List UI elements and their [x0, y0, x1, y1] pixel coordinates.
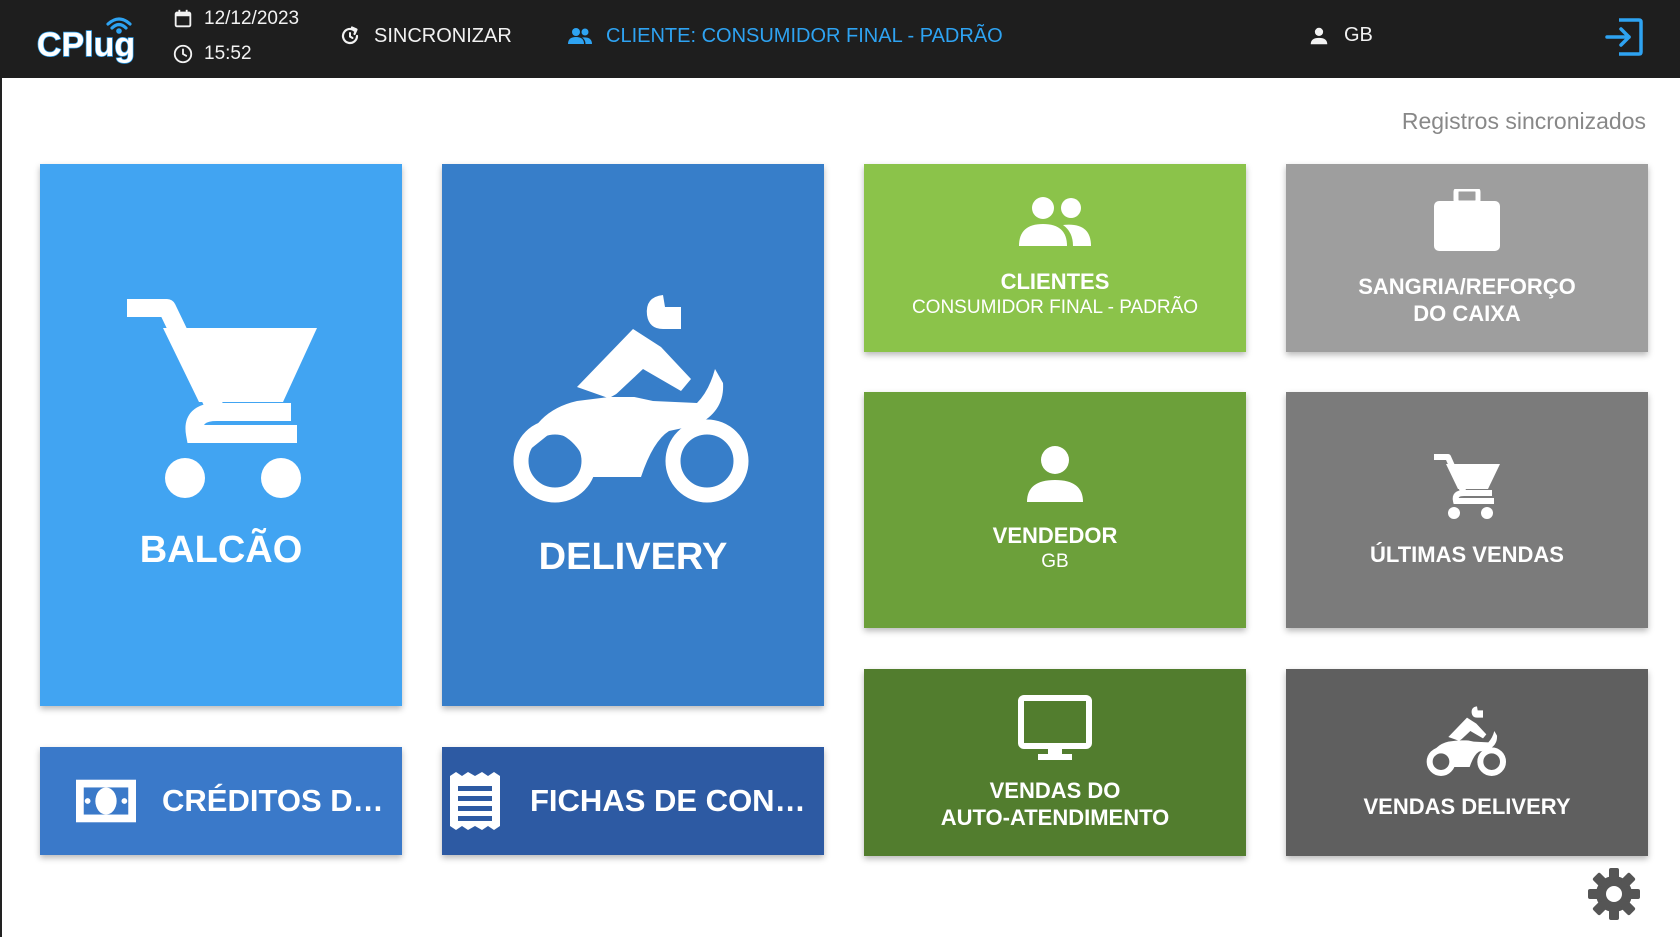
cart-icon	[127, 299, 317, 498]
tile-vendas-delivery-label: VENDAS DELIVERY	[1363, 794, 1571, 819]
tile-fichas-label: FICHAS DE CONS...	[530, 783, 820, 818]
tile-ultimas-vendas[interactable]: ÚLTIMAS VENDAS	[1286, 392, 1648, 628]
refresh-icon	[341, 26, 359, 45]
calendar-icon	[174, 9, 192, 28]
time-text: 15:52	[204, 43, 252, 64]
tile-delivery-label: DELIVERY	[538, 536, 728, 578]
tile-vendas-delivery[interactable]: VENDAS DELIVERY	[1286, 669, 1648, 856]
window-edge	[0, 78, 2, 937]
sync-status-text: Registros sincronizados	[1401, 108, 1646, 134]
date-text: 12/12/2023	[204, 8, 300, 29]
tile-creditos-label: CRÉDITOS DOS...	[162, 783, 402, 818]
tile-sangria-label-2: DO CAIXA	[1413, 301, 1521, 326]
tile-creditos[interactable]: CRÉDITOS DOS...	[40, 747, 402, 855]
motorcycle-icon	[1426, 706, 1506, 776]
tile-balcao[interactable]: BALCÃO	[40, 164, 402, 706]
tile-balcao-label: BALCÃO	[139, 529, 303, 571]
sync-label: SINCRONIZAR	[374, 24, 512, 47]
tile-sangria[interactable]: SANGRIA/REFORÇO DO CAIXA	[1286, 164, 1648, 352]
motorcycle-icon	[513, 295, 749, 503]
top-bar: CPlug 12/12/2023 15:52 SINCRONIZAR CLIEN…	[0, 0, 1680, 78]
receipt-icon	[450, 772, 500, 830]
tile-vendedor-subtitle: GB	[1041, 550, 1069, 572]
tile-clientes-subtitle: CONSUMIDOR FINAL - PADRÃO	[911, 296, 1199, 318]
user-label: GB	[1344, 24, 1373, 46]
cplug-logo: CPlug	[36, 17, 136, 65]
tile-vendedor[interactable]: VENDEDOR GB	[864, 392, 1246, 628]
time-display: 15:52	[172, 43, 252, 65]
tile-ultimas-vendas-label: ÚLTIMAS VENDAS	[1370, 541, 1564, 567]
gear-icon[interactable]	[1586, 866, 1642, 922]
people-icon	[568, 28, 592, 44]
monitor-icon	[1018, 694, 1092, 760]
person-icon	[1310, 27, 1328, 44]
briefcase-icon	[1434, 189, 1500, 251]
date-display: 12/12/2023	[172, 8, 299, 30]
money-icon	[76, 779, 136, 823]
user-display: GB	[1308, 24, 1373, 47]
svg-text:CPlug: CPlug	[37, 26, 135, 64]
person-icon	[1027, 445, 1083, 502]
tile-clientes-label: CLIENTES	[1000, 268, 1110, 294]
tile-delivery[interactable]: DELIVERY	[442, 164, 824, 706]
people-icon	[1019, 196, 1091, 246]
cart-icon	[1434, 453, 1500, 519]
tile-clientes[interactable]: CLIENTES CONSUMIDOR FINAL - PADRÃO	[864, 164, 1246, 352]
tile-vendedor-label: VENDEDOR	[992, 522, 1118, 548]
client-label: CLIENTE: CONSUMIDOR FINAL - PADRÃO	[606, 24, 1003, 47]
sync-button[interactable]: SINCRONIZAR	[338, 24, 512, 48]
tile-autoatendimento-label-1: VENDAS DO	[989, 777, 1121, 803]
clock-icon	[173, 44, 193, 64]
logout-icon[interactable]	[1601, 14, 1647, 60]
tile-autoatendimento[interactable]: VENDAS DO AUTO-ATENDIMENTO	[864, 669, 1246, 856]
tile-fichas[interactable]: FICHAS DE CONS...	[442, 747, 824, 855]
tile-sangria-label-1: SANGRIA/REFORÇO	[1358, 274, 1576, 299]
tile-autoatendimento-label-2: AUTO-ATENDIMENTO	[940, 804, 1170, 830]
client-selector[interactable]: CLIENTE: CONSUMIDOR FINAL - PADRÃO	[566, 24, 1003, 48]
